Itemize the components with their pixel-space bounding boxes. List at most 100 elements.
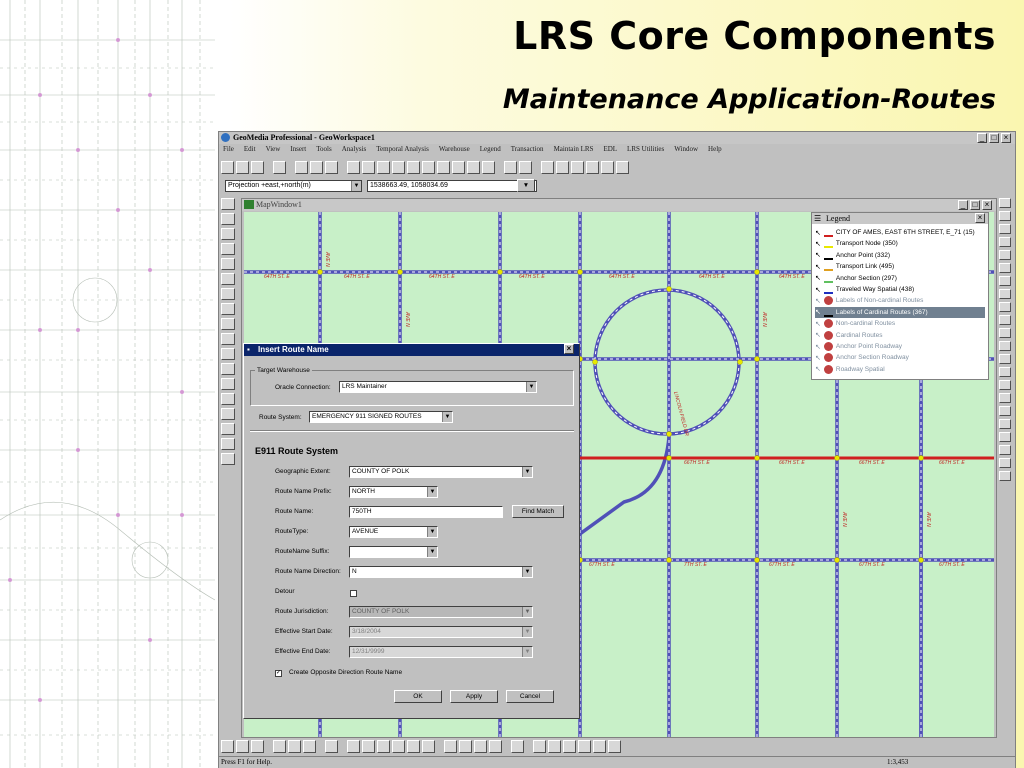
tool-icon[interactable] (999, 445, 1011, 455)
menu-item-file[interactable]: File (223, 145, 234, 156)
tool-icon[interactable] (221, 408, 235, 420)
tool-icon[interactable] (999, 458, 1011, 468)
tool-icon[interactable] (347, 739, 360, 753)
tool-icon[interactable] (999, 380, 1011, 390)
route-name-input[interactable]: 750TH (349, 506, 503, 518)
fit-icon[interactable] (541, 160, 554, 174)
copy-icon[interactable] (310, 160, 323, 174)
effective-end-date-select[interactable]: 12/31/9999 ▼ (349, 646, 533, 658)
tool-icon[interactable] (221, 378, 235, 390)
tool-icon[interactable] (221, 228, 235, 240)
legend-item[interactable]: ↖ Roadway Spatial (815, 364, 985, 375)
menu-item-edl[interactable]: EDL (603, 145, 617, 156)
tool-icon[interactable] (999, 315, 1011, 325)
oracle-connection-select[interactable]: LRS Maintainer ▼ (339, 381, 537, 393)
tool-icon[interactable] (999, 276, 1011, 286)
menu-item-analysis[interactable]: Analysis (342, 145, 367, 156)
coordinate-readout[interactable]: 1538663.49, 1058034.69 (367, 180, 537, 192)
tool-icon[interactable] (593, 739, 606, 753)
menu-item-warehouse[interactable]: Warehouse (439, 145, 470, 156)
tool-icon[interactable] (288, 739, 301, 753)
tool-icon[interactable] (608, 739, 621, 753)
refresh-icon[interactable] (437, 160, 450, 174)
cut-icon[interactable] (295, 160, 308, 174)
tool-icon[interactable] (999, 471, 1011, 481)
close-button[interactable]: × (1001, 133, 1011, 143)
tool-icon[interactable] (511, 739, 524, 753)
tool-icon[interactable] (999, 328, 1011, 338)
apply-button[interactable]: Apply (450, 690, 498, 703)
tool-icon[interactable] (999, 432, 1011, 442)
legend-item[interactable]: ↖ Anchor Point (332) (815, 250, 985, 261)
tool-icon[interactable] (221, 739, 234, 753)
tool-icon[interactable] (452, 160, 465, 174)
tool-icon[interactable] (221, 363, 235, 375)
tool-icon[interactable] (999, 198, 1011, 208)
projection-select[interactable]: Projection +east,+north(m) ▼ (225, 180, 362, 192)
tool-icon[interactable] (221, 258, 235, 270)
pan-icon[interactable] (556, 160, 569, 174)
tool-icon[interactable] (999, 302, 1011, 312)
detour-checkbox[interactable] (350, 590, 357, 597)
map-close-button[interactable]: × (982, 200, 992, 210)
tool-icon[interactable] (999, 393, 1011, 403)
legend-close-button[interactable]: × (975, 213, 985, 223)
pointer-icon[interactable] (482, 160, 495, 174)
tool-icon[interactable] (221, 393, 235, 405)
tool-icon[interactable] (999, 224, 1011, 234)
measure-icon[interactable] (616, 160, 629, 174)
menu-item-window[interactable]: Window (674, 145, 698, 156)
tool-icon[interactable] (563, 739, 576, 753)
tool-icon[interactable] (999, 250, 1011, 260)
menu-item-transaction[interactable]: Transaction (511, 145, 544, 156)
tool-icon[interactable] (303, 739, 316, 753)
legend-item[interactable]: ↖ CITY OF AMES, EAST 6TH STREET, E_71 (15… (815, 227, 985, 238)
tool-icon[interactable] (548, 739, 561, 753)
menu-item-view[interactable]: View (266, 145, 281, 156)
tool-icon[interactable] (422, 739, 435, 753)
zoom-out-icon[interactable] (519, 160, 532, 174)
tool-icon[interactable] (999, 367, 1011, 377)
tool-icon[interactable] (221, 438, 235, 450)
new-icon[interactable] (221, 160, 234, 174)
tool-icon[interactable] (221, 333, 235, 345)
menu-item-legend[interactable]: Legend (480, 145, 501, 156)
route-name-prefix-select[interactable]: NORTH ▼ (349, 486, 438, 498)
properties-icon[interactable] (362, 160, 375, 174)
menu-item-edit[interactable]: Edit (244, 145, 256, 156)
legend-item[interactable]: ↖ Anchor Section (297) (815, 273, 985, 284)
legend-item[interactable]: ↖ Cardinal Routes (815, 330, 985, 341)
tool-icon[interactable] (999, 354, 1011, 364)
tool-icon[interactable] (392, 739, 405, 753)
geographic-extent-select[interactable]: COUNTY OF POLK ▼ (349, 466, 533, 478)
tool-icon[interactable] (999, 406, 1011, 416)
table-icon[interactable] (347, 160, 360, 174)
tool-icon[interactable] (325, 739, 338, 753)
legend-item[interactable]: ↖ Anchor Point Roadway (815, 341, 985, 352)
menu-item-temporal-analysis[interactable]: Temporal Analysis (376, 145, 429, 156)
extent-icon[interactable] (571, 160, 584, 174)
effective-start-date-select[interactable]: 3/18/2004 ▼ (349, 626, 533, 638)
ok-button[interactable]: OK (394, 690, 442, 703)
tool-icon[interactable] (999, 419, 1011, 429)
home-icon[interactable] (377, 160, 390, 174)
tool-icon[interactable] (221, 423, 235, 435)
tool-icon[interactable] (221, 318, 235, 330)
map-minimize-button[interactable]: _ (958, 200, 968, 210)
tool-icon[interactable] (221, 243, 235, 255)
tool-icon[interactable] (362, 739, 375, 753)
tool-icon[interactable] (533, 739, 546, 753)
route-name-suffix-select[interactable]: ▼ (349, 546, 438, 558)
cancel-button[interactable]: Cancel (506, 690, 554, 703)
tool-icon[interactable] (236, 739, 249, 753)
tool-icon[interactable] (459, 739, 472, 753)
legend-item[interactable]: ↖ Anchor Section Roadway (815, 352, 985, 363)
open-icon[interactable] (236, 160, 249, 174)
menu-item-tools[interactable]: Tools (316, 145, 331, 156)
preview-icon[interactable] (586, 160, 599, 174)
undo-icon[interactable] (407, 160, 420, 174)
maximize-button[interactable]: □ (989, 133, 999, 143)
minimize-button[interactable]: _ (977, 133, 987, 143)
zoom-in-icon[interactable] (504, 160, 517, 174)
redo-icon[interactable] (422, 160, 435, 174)
